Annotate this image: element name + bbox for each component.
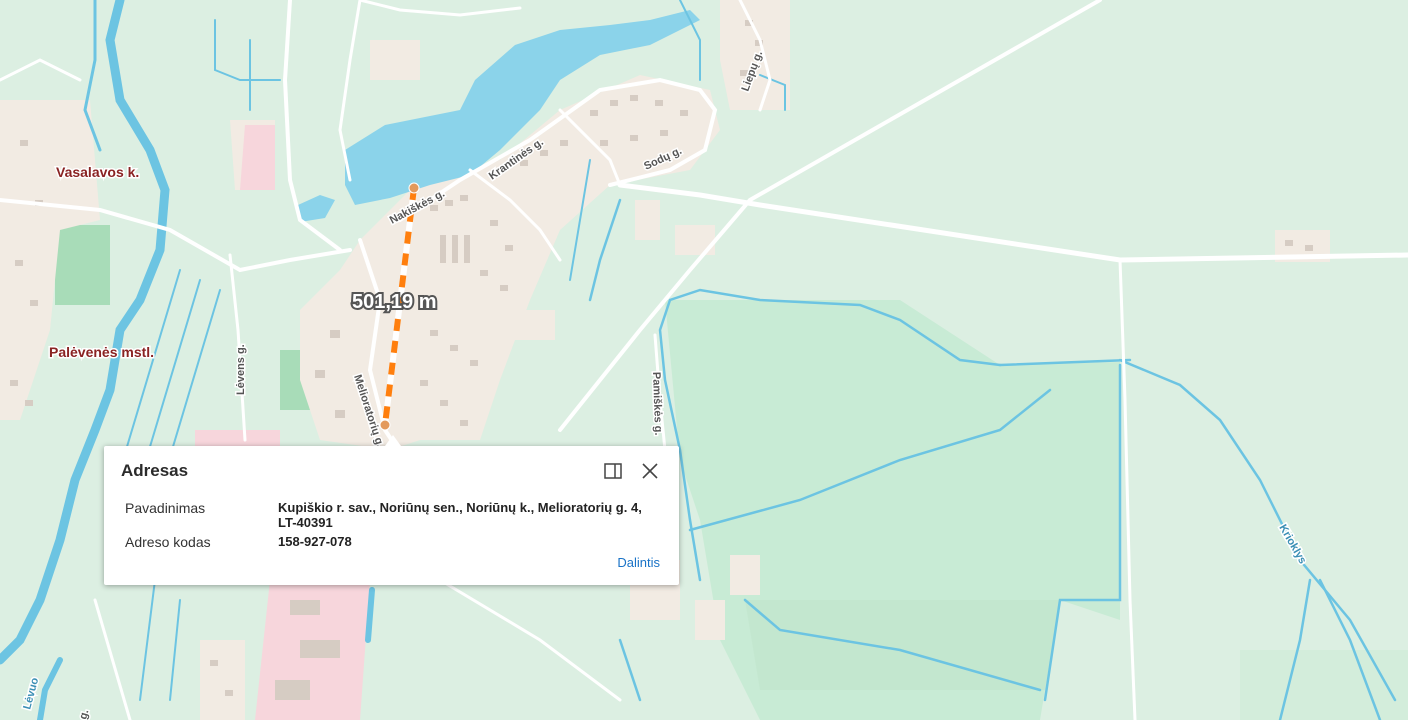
address-popup: Adresas Pavadinimas Kupiškio r. sav., No… bbox=[104, 435, 679, 585]
share-link[interactable]: Dalintis bbox=[617, 555, 660, 570]
close-button[interactable] bbox=[641, 462, 659, 480]
name-field-value: Kupiškio r. sav., Noriūnų sen., Noriūnų … bbox=[278, 500, 642, 530]
address-code-value: 158-927-078 bbox=[278, 534, 352, 549]
place-label-vasalavos: Vasalavos k. bbox=[56, 164, 139, 180]
measurement-label: 501,19 m bbox=[352, 291, 437, 313]
dock-panel-icon bbox=[604, 463, 622, 479]
place-label-palevenes: Palėvenės mstl. bbox=[49, 344, 154, 360]
name-field-label: Pavadinimas bbox=[125, 500, 206, 516]
map-canvas[interactable]: Vasalavos k. Palėvenės mstl. Liepų g. Kr… bbox=[0, 0, 1408, 720]
street-label-levens: Lėvens g. bbox=[235, 344, 247, 395]
popup-title: Adresas bbox=[121, 461, 189, 480]
popup-pointer bbox=[385, 435, 401, 446]
street-label-pamiskes: Pamiškės g. bbox=[650, 372, 664, 436]
close-icon bbox=[642, 463, 658, 479]
dock-panel-button[interactable] bbox=[604, 463, 622, 479]
address-code-label: Adreso kodas bbox=[125, 534, 211, 550]
measure-start-point[interactable] bbox=[408, 182, 420, 194]
